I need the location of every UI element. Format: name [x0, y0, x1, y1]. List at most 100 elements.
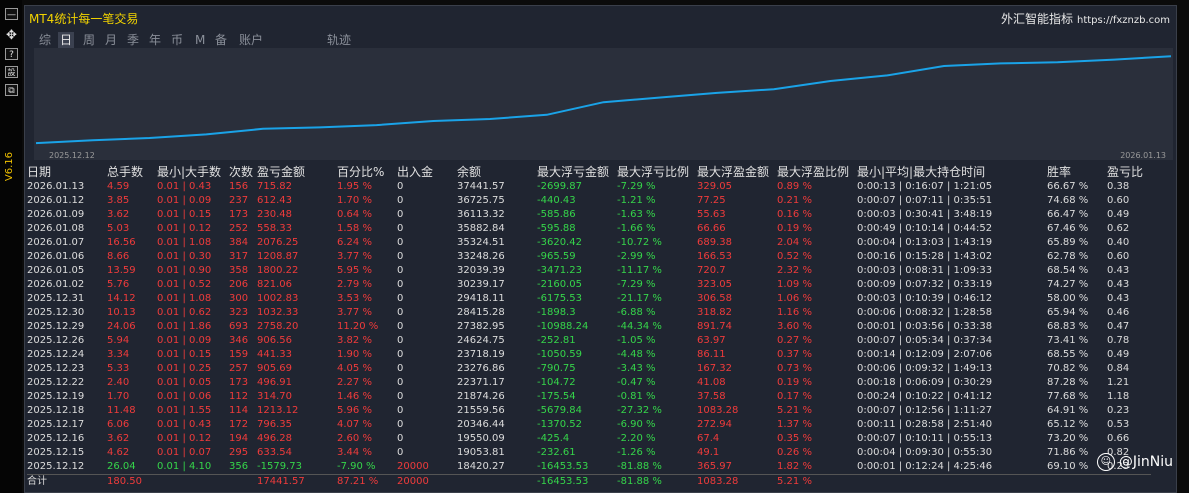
table-cell: -1.26 % — [617, 447, 656, 458]
table-cell: 0:00:14 | 0:12:09 | 2:07:06 — [857, 349, 993, 360]
table-cell: 0.19 % — [777, 223, 812, 234]
table-cell: 0.38 — [1107, 181, 1130, 192]
table-cell: -595.88 — [537, 223, 576, 234]
table-cell: -4.48 % — [617, 349, 656, 360]
table-row: 2025.12.15 4.62 0.01 | 0.07 295 633.54 3.44 %… — [27, 446, 1151, 460]
table-cell: 0 — [397, 349, 404, 360]
table-cell: 0.73 % — [777, 363, 812, 374]
table-cell: 230.48 — [257, 209, 292, 220]
table-cell: 0.43 — [1107, 279, 1130, 290]
table-cell: 74.27 % — [1047, 279, 1089, 290]
table-cell: 2025.12.19 — [27, 391, 85, 402]
table-cell: 1.21 — [1107, 377, 1130, 388]
table-cell: 6.06 — [107, 419, 130, 430]
tab-year[interactable]: 年 — [149, 32, 161, 48]
table-cell: 2026.01.07 — [27, 237, 85, 248]
table-cell: 0:00:07 | 0:12:56 | 1:11:27 — [857, 405, 993, 416]
table-cell: 73.20 % — [1047, 433, 1089, 444]
tab-note[interactable]: 备 — [215, 32, 227, 48]
table-cell: 2025.12.18 — [27, 405, 85, 416]
table-cell: 0 — [397, 251, 404, 262]
table-cell: 1.37 % — [777, 419, 812, 430]
table-cell: 0.01 | 0.07 — [157, 447, 212, 458]
table-cell: -3471.23 — [537, 265, 582, 276]
column-header: 最大浮盈比例 — [777, 165, 850, 179]
table-cell: 0:00:01 | 0:12:24 | 4:25:46 — [857, 461, 993, 472]
table-cell: 2.27 % — [337, 377, 372, 388]
table-cell: 0 — [397, 209, 404, 220]
table-cell: 0 — [397, 293, 404, 304]
table-cell: 1.70 — [107, 391, 130, 402]
column-header: 日期 — [27, 165, 52, 179]
table-cell: 0.01 | 1.08 — [157, 293, 212, 304]
table-cell: 1213.12 — [257, 405, 299, 416]
table-cell: 87.21 % — [337, 474, 397, 489]
table-row: 2025.12.31 14.12 0.01 | 1.08 300 1002.83 3.53… — [27, 292, 1151, 306]
table-cell: 194 — [229, 433, 249, 444]
left-toolbar: — ✥ ? 設 ⧉ V6.16 — [0, 0, 22, 493]
table-cell: 358 — [229, 265, 249, 276]
tab-account[interactable]: 账户 — [239, 32, 263, 48]
tab-month[interactable]: 月 — [105, 32, 117, 48]
table-row: 2026.01.09 3.62 0.01 | 0.15 173 230.48 0.64 %… — [27, 208, 1151, 222]
table-cell: 33248.26 — [457, 251, 505, 262]
table-body: 2026.01.13 4.59 0.01 | 0.43 156 715.82 1.95 %… — [27, 180, 1151, 489]
table-cell: 35882.84 — [457, 223, 505, 234]
table-cell: -81.88 % — [617, 461, 662, 472]
table-cell: 0.01 | 4.10 — [157, 461, 212, 472]
table-cell: 24624.75 — [457, 335, 505, 346]
settings-icon[interactable]: 設 — [5, 66, 18, 78]
table-cell: 49.1 — [697, 447, 720, 458]
table-cell: 167.32 — [697, 363, 732, 374]
table-cell: 323.05 — [697, 279, 732, 290]
table-cell: 3.53 % — [337, 293, 372, 304]
move-icon[interactable]: ✥ — [5, 29, 18, 42]
table-cell: 0 — [397, 377, 404, 388]
tab-quarter[interactable]: 季 — [127, 32, 139, 48]
table-cell: 66.66 — [697, 223, 726, 234]
table-cell: 0 — [397, 265, 404, 276]
help-icon[interactable]: ? — [5, 48, 18, 60]
table-cell: 3.85 — [107, 195, 130, 206]
table-cell: 172 — [229, 419, 249, 430]
table-cell: 1.90 % — [337, 349, 372, 360]
table-cell: 21559.56 — [457, 405, 505, 416]
table-header: 日期 总手数 最小|大手数 次数 盈亏金额 百分比% 出入金 余额 最大浮亏金额 最大浮亏比例 最大… — [27, 163, 1151, 180]
column-header: 胜率 — [1047, 165, 1072, 179]
table-cell: 0:00:07 | 0:05:34 | 0:37:34 — [857, 335, 993, 346]
brand-url[interactable]: https://fxznzb.com — [1077, 15, 1170, 26]
table-cell: 3.62 — [107, 209, 130, 220]
table-cell: 35324.51 — [457, 237, 505, 248]
tab-magic[interactable]: M — [195, 32, 205, 48]
table-cell: 0.49 — [1107, 349, 1130, 360]
tab-week[interactable]: 周 — [83, 32, 95, 48]
column-header: 余额 — [457, 165, 482, 179]
table-cell: 0.01 | 0.62 — [157, 307, 212, 318]
table-cell: 26.04 — [107, 461, 136, 472]
table-cell: 346 — [229, 335, 249, 346]
restore-icon[interactable]: ⧉ — [5, 84, 18, 96]
table-cell: 20000 — [397, 461, 429, 472]
table-cell: 19550.09 — [457, 433, 505, 444]
minimize-icon[interactable]: — — [5, 8, 18, 20]
table-cell: 2025.12.30 — [27, 307, 85, 318]
tab-trajectory[interactable]: 轨迹 — [327, 32, 351, 48]
table-cell: 23718.19 — [457, 349, 505, 360]
table-cell: 2758.20 — [257, 321, 299, 332]
table-cell: 0 — [397, 223, 404, 234]
tab-symbol[interactable]: 币 — [171, 32, 183, 48]
table-row: 2026.01.12 3.85 0.01 | 0.09 237 612.43 1.70 %… — [27, 194, 1151, 208]
table-cell: 0.49 — [1107, 209, 1130, 220]
table-cell: 272.94 — [697, 419, 732, 430]
table-cell: 2026.01.09 — [27, 209, 85, 220]
table-cell: -1579.73 — [257, 461, 302, 472]
table-cell: -10988.24 — [537, 321, 589, 332]
table-cell: 14.12 — [107, 293, 136, 304]
table-cell: 0 — [397, 335, 404, 346]
tab-day[interactable]: 日 — [58, 32, 75, 48]
tab-overview[interactable]: 综 — [39, 32, 51, 48]
table-cell: 0 — [397, 447, 404, 458]
table-cell: 13.59 — [107, 265, 136, 276]
table-cell: 3.62 — [107, 433, 130, 444]
watermark: ☺ @JinNiu — [1096, 453, 1173, 471]
